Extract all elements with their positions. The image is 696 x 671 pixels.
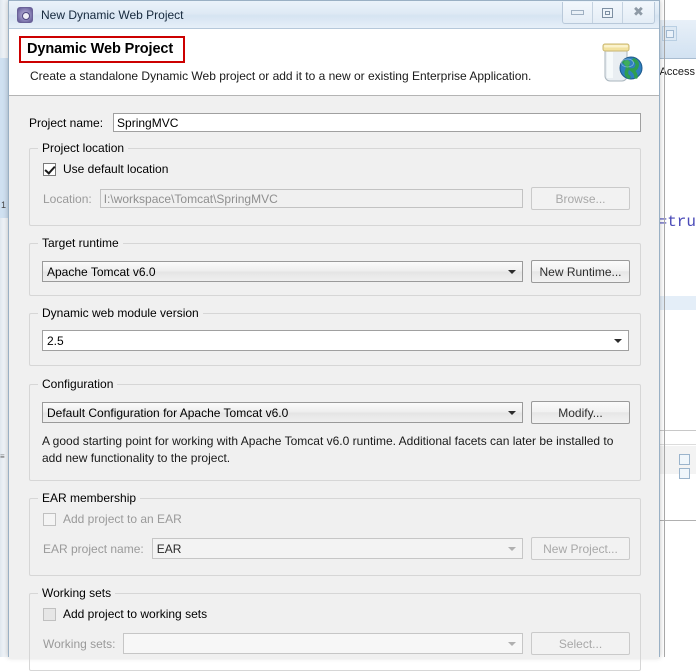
project-location-group: Project location Use default location Lo… — [29, 148, 641, 226]
working-sets-group-label: Working sets — [38, 586, 115, 600]
add-project-to-working-sets-label: Add project to working sets — [63, 607, 207, 621]
use-default-location-label: Use default location — [63, 162, 168, 176]
add-project-to-working-sets-row[interactable]: Add project to working sets — [43, 607, 207, 621]
target-runtime-group: Target runtime Apache Tomcat v6.0 New Ru… — [29, 243, 641, 296]
configuration-row: Default Configuration for Apache Tomcat … — [42, 401, 630, 424]
background-checkbox-icon-2 — [679, 468, 690, 479]
wizard-icon — [17, 7, 33, 23]
background-left-marker-secondary: ≡ — [0, 452, 5, 461]
target-runtime-value: Apache Tomcat v6.0 — [47, 265, 156, 279]
chevron-down-icon — [508, 547, 516, 551]
target-runtime-row: Apache Tomcat v6.0 New Runtime... — [42, 260, 630, 283]
use-default-location-checkbox[interactable] — [43, 163, 56, 176]
ear-project-name-value: EAR — [157, 542, 182, 556]
target-runtime-combo[interactable]: Apache Tomcat v6.0 — [42, 261, 523, 282]
project-name-label: Project name: — [29, 116, 103, 130]
use-default-location-row[interactable]: Use default location — [43, 162, 168, 176]
module-version-group: Dynamic web module version 2.5 — [29, 313, 641, 366]
modify-button[interactable]: Modify... — [531, 401, 630, 424]
page-title-highlight: Dynamic Web Project — [19, 36, 185, 63]
background-left-marker: 1 — [1, 200, 6, 210]
configuration-group: Configuration Default Configuration for … — [29, 384, 641, 481]
add-project-to-ear-checkbox[interactable] — [43, 513, 56, 526]
location-input: I:\workspace\Tomcat\SpringMVC — [100, 189, 523, 208]
project-location-group-label: Project location — [38, 141, 128, 155]
module-version-value: 2.5 — [47, 334, 64, 348]
background-left-tab-strip — [0, 58, 8, 218]
ear-membership-group: EAR membership Add project to an EAR EAR… — [29, 498, 641, 576]
page-title: Dynamic Web Project — [27, 41, 173, 57]
dialog-titlebar[interactable]: New Dynamic Web Project ✖ — [9, 1, 659, 29]
page-description: Create a standalone Dynamic Web project … — [30, 69, 531, 83]
ear-membership-group-label: EAR membership — [38, 491, 140, 505]
module-version-row: 2.5 — [42, 330, 629, 351]
project-name-row: Project name: SpringMVC — [29, 113, 641, 132]
close-button[interactable]: ✖ — [623, 2, 654, 23]
dialog-title: New Dynamic Web Project — [41, 8, 184, 22]
working-sets-group: Working sets Add project to working sets… — [29, 593, 641, 671]
working-sets-combo — [123, 633, 523, 654]
configuration-combo[interactable]: Default Configuration for Apache Tomcat … — [42, 402, 523, 423]
dialog-body: Project name: SpringMVC Project location… — [9, 96, 659, 659]
configuration-group-label: Configuration — [38, 377, 117, 391]
new-dynamic-web-project-dialog: New Dynamic Web Project ✖ Dynamic Web Pr… — [8, 0, 660, 657]
jar-globe-icon — [591, 37, 649, 87]
target-runtime-group-label: Target runtime — [38, 236, 123, 250]
background-checkbox-icon — [679, 454, 690, 465]
browse-button: Browse... — [531, 187, 630, 210]
add-project-to-ear-row[interactable]: Add project to an EAR — [43, 512, 182, 526]
close-icon: ✖ — [633, 6, 644, 19]
window-controls: ✖ — [562, 2, 655, 24]
configuration-value: Default Configuration for Apache Tomcat … — [47, 406, 288, 420]
module-version-combo[interactable]: 2.5 — [42, 330, 629, 351]
chevron-down-icon — [508, 270, 516, 274]
add-project-to-ear-label: Add project to an EAR — [63, 512, 182, 526]
minimize-button[interactable] — [563, 2, 593, 23]
select-button: Select... — [531, 632, 630, 655]
background-vertical-divider — [664, 0, 665, 657]
module-version-group-label: Dynamic web module version — [38, 306, 203, 320]
project-name-input[interactable]: SpringMVC — [113, 113, 641, 132]
new-project-button: New Project... — [531, 537, 630, 560]
location-label: Location: — [43, 192, 92, 206]
add-project-to-working-sets-checkbox[interactable] — [43, 608, 56, 621]
chevron-down-icon — [508, 642, 516, 646]
maximize-button[interactable] — [593, 2, 623, 23]
ear-project-name-label: EAR project name: — [43, 542, 144, 556]
configuration-description: A good starting point for working with A… — [42, 433, 626, 467]
ear-project-name-combo: EAR — [152, 538, 523, 559]
ear-project-name-row: EAR project name: EAR New Project... — [43, 537, 630, 560]
minimize-icon — [571, 10, 584, 15]
working-sets-label: Working sets: — [43, 637, 115, 651]
location-row: Location: I:\workspace\Tomcat\SpringMVC … — [43, 187, 630, 210]
new-runtime-button[interactable]: New Runtime... — [531, 260, 630, 283]
chevron-down-icon — [508, 411, 516, 415]
working-sets-row: Working sets: Select... — [43, 632, 630, 655]
chevron-down-icon — [614, 339, 622, 343]
maximize-icon — [602, 8, 613, 18]
dialog-header: Dynamic Web Project Create a standalone … — [9, 29, 659, 96]
